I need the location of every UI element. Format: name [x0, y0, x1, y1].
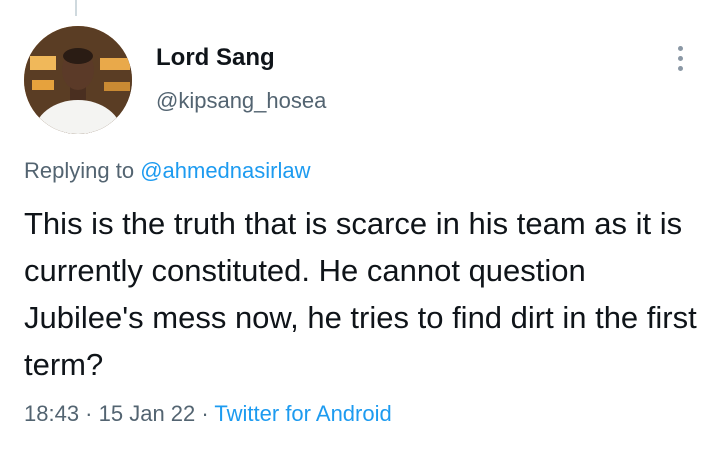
tweet-text: This is the truth that is scarce in his …: [24, 206, 697, 382]
more-vertical-icon[interactable]: [666, 42, 694, 74]
more-dot: [677, 65, 683, 71]
avatar[interactable]: [24, 26, 132, 134]
tweet-source[interactable]: Twitter for Android: [214, 401, 391, 426]
replying-to: Replying to @ahmednasirlaw: [24, 158, 310, 184]
avatar-photo: [24, 26, 132, 134]
thread-connector-line: [75, 0, 77, 16]
reply-to-mention[interactable]: @ahmednasirlaw: [140, 158, 310, 183]
meta-separator: ·: [195, 401, 215, 426]
replying-to-label: Replying to: [24, 158, 141, 183]
tweet-time[interactable]: 18:43: [24, 401, 79, 426]
tweet-meta: 18:43 · 15 Jan 22 · Twitter for Android: [24, 401, 392, 427]
meta-separator: ·: [79, 401, 99, 426]
tweet-date[interactable]: 15 Jan 22: [99, 401, 196, 426]
more-dot: [677, 55, 683, 61]
author-name[interactable]: Lord Sang: [156, 44, 275, 72]
more-dot: [677, 45, 683, 51]
author-handle[interactable]: @kipsang_hosea: [156, 88, 326, 114]
